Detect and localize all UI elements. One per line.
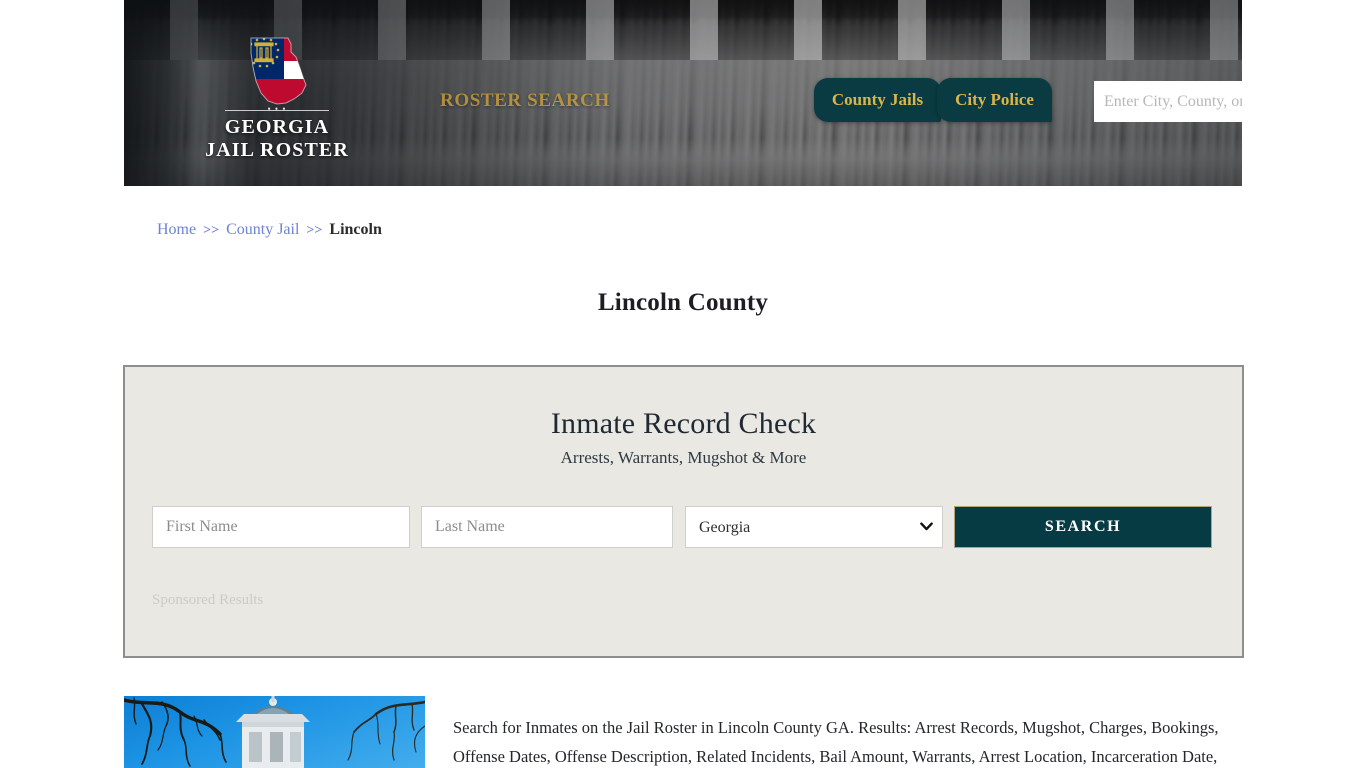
courthouse-photo: [124, 696, 425, 768]
first-name-input[interactable]: [152, 506, 410, 548]
site-header: GEORGIA JAIL ROSTER ROSTER SEARCH County…: [124, 0, 1242, 186]
logo-line-2: JAIL ROSTER: [205, 139, 349, 161]
breadcrumb-item-home[interactable]: Home: [157, 221, 196, 239]
card-subtitle: Arrests, Warrants, Mugshot & More: [560, 448, 807, 467]
roster-search-wordmark: ROSTER SEARCH: [440, 90, 610, 111]
search-submit-button[interactable]: SEARCH: [954, 506, 1212, 548]
breadcrumb-item-current: Lincoln: [329, 221, 382, 238]
header-search-group: [1094, 81, 1242, 122]
content-section: Search for Inmates on the Jail Roster in…: [124, 696, 1242, 768]
inmate-search-form: Georgia SEARCH: [152, 506, 1217, 548]
courthouse-illustration: [124, 696, 425, 768]
breadcrumb-separator: >>: [203, 223, 220, 238]
inmate-record-check-card: Inmate Record Check Arrests, Warrants, M…: [123, 365, 1244, 658]
content-paragraph: Search for Inmates on the Jail Roster in…: [453, 717, 1219, 766]
breadcrumb: Home >> County Jail >> Lincoln: [157, 221, 382, 239]
state-select-group: Georgia: [685, 506, 943, 548]
breadcrumb-item-county-jail[interactable]: County Jail: [226, 221, 299, 239]
georgia-state-flag-icon: [244, 35, 310, 107]
logo-divider: [225, 110, 329, 111]
nav-city-police-button[interactable]: City Police: [937, 78, 1052, 122]
nav-county-jails-button[interactable]: County Jails: [814, 78, 941, 122]
page-title: Lincoln County: [597, 288, 769, 316]
sponsored-results-label: Sponsored Results: [152, 592, 264, 608]
card-title: Inmate Record Check: [550, 407, 817, 440]
breadcrumb-separator: >>: [306, 223, 323, 238]
last-name-input[interactable]: [421, 506, 673, 548]
site-logo[interactable]: GEORGIA JAIL ROSTER: [192, 35, 362, 162]
state-select[interactable]: Georgia: [685, 506, 943, 548]
logo-line-1: GEORGIA: [224, 116, 330, 138]
header-search-input[interactable]: [1094, 81, 1242, 122]
page-root: GEORGIA JAIL ROSTER ROSTER SEARCH County…: [0, 0, 1366, 768]
